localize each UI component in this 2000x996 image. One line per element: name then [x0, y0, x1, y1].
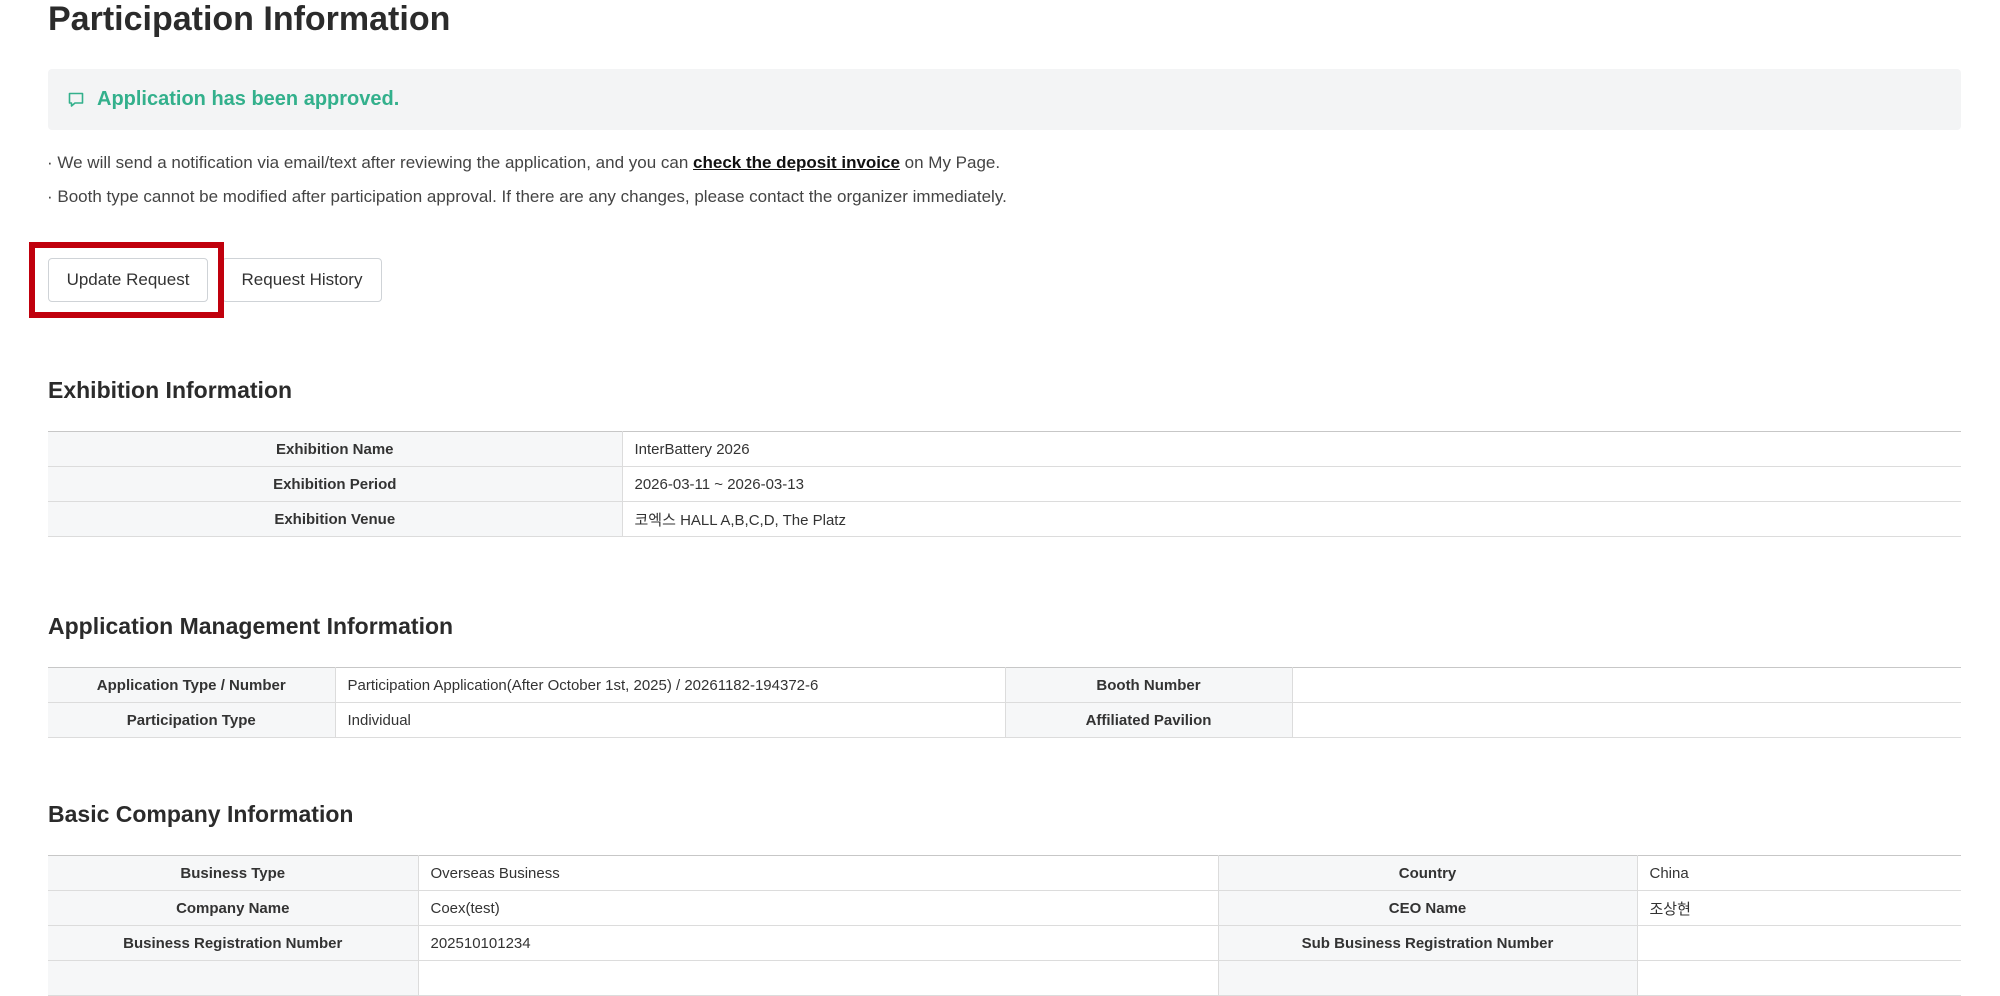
table-label: Exhibition Name: [48, 431, 623, 467]
table-value: 202510101234: [418, 925, 1219, 961]
table-value: 조상현: [1637, 890, 1961, 926]
table-value: [1637, 960, 1961, 996]
table-value: [418, 960, 1219, 996]
table-value: [1637, 925, 1961, 961]
table-value: 2026-03-11 ~ 2026-03-13: [622, 466, 1961, 502]
table-label: [1218, 960, 1638, 996]
comment-icon: [67, 91, 85, 109]
table-row: Exhibition Name InterBattery 2026: [48, 431, 1961, 467]
table-label: Participation Type: [48, 702, 336, 738]
table-value: Coex(test): [418, 890, 1219, 926]
table-row: Company Name Coex(test) CEO Name 조상현: [48, 890, 1961, 926]
table-row: [48, 960, 1961, 996]
table-label: Application Type / Number: [48, 667, 336, 703]
table-value: China: [1637, 855, 1961, 891]
table-label: Affiliated Pavilion: [1005, 702, 1293, 738]
table-row: Business Type Overseas Business Country …: [48, 855, 1961, 891]
table-row: Business Registration Number 20251010123…: [48, 925, 1961, 961]
table-label: Sub Business Registration Number: [1218, 925, 1638, 961]
deposit-invoice-link[interactable]: check the deposit invoice: [693, 153, 900, 172]
table-label: Exhibition Venue: [48, 501, 623, 537]
table-label: Company Name: [48, 890, 419, 926]
table-label: Booth Number: [1005, 667, 1293, 703]
application-table: Application Type / Number Participation …: [48, 667, 1961, 738]
table-label: Exhibition Period: [48, 466, 623, 502]
notice-line-2: · Booth type cannot be modified after pa…: [47, 187, 1007, 206]
table-value: 코엑스 HALL A,B,C,D, The Platz: [622, 501, 1961, 537]
notice-line-1: · We will send a notification via email/…: [47, 153, 1000, 173]
table-label: Business Registration Number: [48, 925, 419, 961]
table-label: Country: [1218, 855, 1638, 891]
exhibition-section-title: Exhibition Information: [48, 377, 293, 403]
table-value: [1292, 667, 1961, 703]
table-value: Participation Application(After October …: [335, 667, 1006, 703]
table-value: Individual: [335, 702, 1006, 738]
alert-message: Application has been approved.: [97, 88, 400, 110]
table-row: Participation Type Individual Affiliated…: [48, 702, 1961, 738]
company-section-title: Basic Company Information: [48, 801, 354, 827]
table-value: [1292, 702, 1961, 738]
table-value: Overseas Business: [418, 855, 1219, 891]
exhibition-table: Exhibition Name InterBattery 2026 Exhibi…: [48, 431, 1961, 537]
application-section-title: Application Management Information: [48, 613, 454, 639]
update-request-button[interactable]: Update Request: [48, 258, 208, 302]
table-row: Exhibition Period 2026-03-11 ~ 2026-03-1…: [48, 466, 1961, 502]
notice-text: on My Page.: [899, 153, 1001, 172]
table-row: Application Type / Number Participation …: [48, 667, 1961, 703]
table-row: Exhibition Venue 코엑스 HALL A,B,C,D, The P…: [48, 501, 1961, 537]
company-table: Business Type Overseas Business Country …: [48, 855, 1961, 996]
table-label: [48, 960, 419, 996]
approval-alert: Application has been approved.: [48, 69, 1961, 130]
table-label: Business Type: [48, 855, 419, 891]
page-title: Participation Information: [48, 0, 451, 38]
table-value: InterBattery 2026: [622, 431, 1961, 467]
notice-text: · We will send a notification via email/…: [47, 153, 694, 172]
request-history-button[interactable]: Request History: [222, 258, 382, 302]
table-label: CEO Name: [1218, 890, 1638, 926]
